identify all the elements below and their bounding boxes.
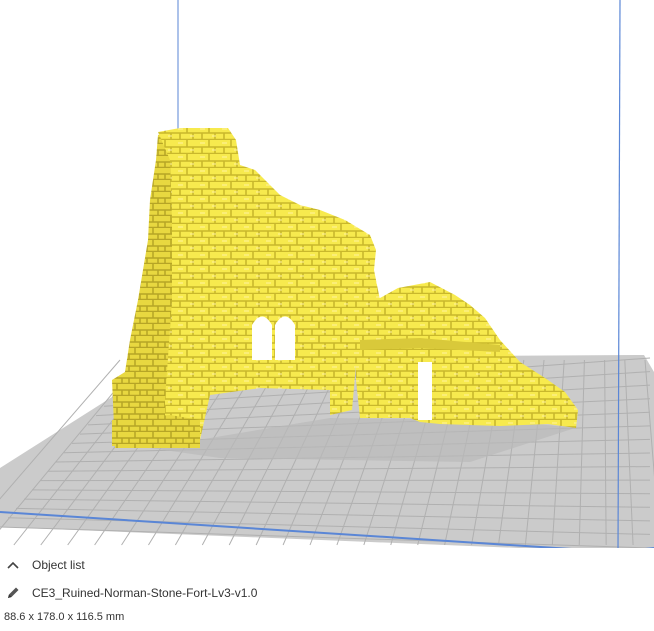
pencil-icon[interactable]	[6, 586, 20, 600]
build-volume-scene	[0, 0, 654, 548]
object-row: CE3_Ruined-Norman-Stone-Fort-Lv3-v1.0	[6, 584, 257, 602]
object-list-toggle[interactable]: Object list	[6, 556, 85, 574]
bottom-panel: Object list CE3_Ruined-Norman-Stone-Fort…	[0, 548, 654, 631]
object-dimensions: 88.6 x 178.0 x 116.5 mm	[4, 611, 125, 623]
build-volume-viewport[interactable]	[0, 0, 654, 548]
object-name: CE3_Ruined-Norman-Stone-Fort-Lv3-v1.0	[32, 586, 258, 600]
chevron-up-icon[interactable]	[6, 558, 20, 572]
3d-model[interactable]	[112, 128, 578, 448]
object-list-label: Object list	[32, 558, 85, 572]
